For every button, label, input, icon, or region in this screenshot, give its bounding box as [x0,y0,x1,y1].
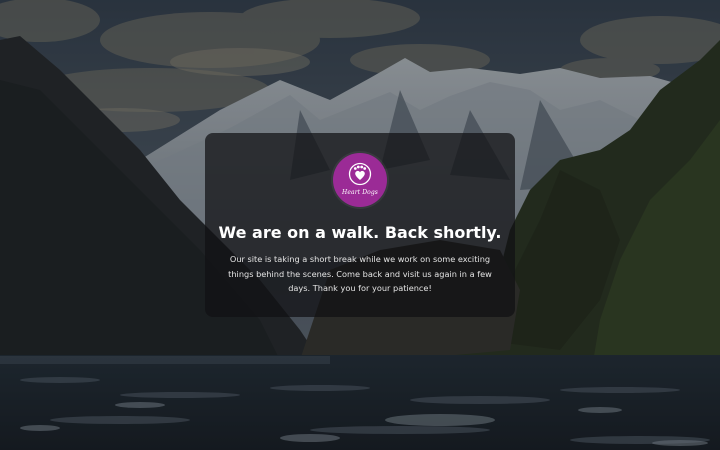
brand-logo: Heart Dogs [333,153,387,207]
maintenance-card: Heart Dogs We are on a walk. Back shortl… [205,133,515,317]
logo-text: Heart Dogs [342,189,378,196]
maintenance-message: Our site is taking a short break while w… [228,254,492,293]
paw-heart-icon [348,162,372,186]
page-title: We are on a walk. Back shortly. [218,223,502,242]
